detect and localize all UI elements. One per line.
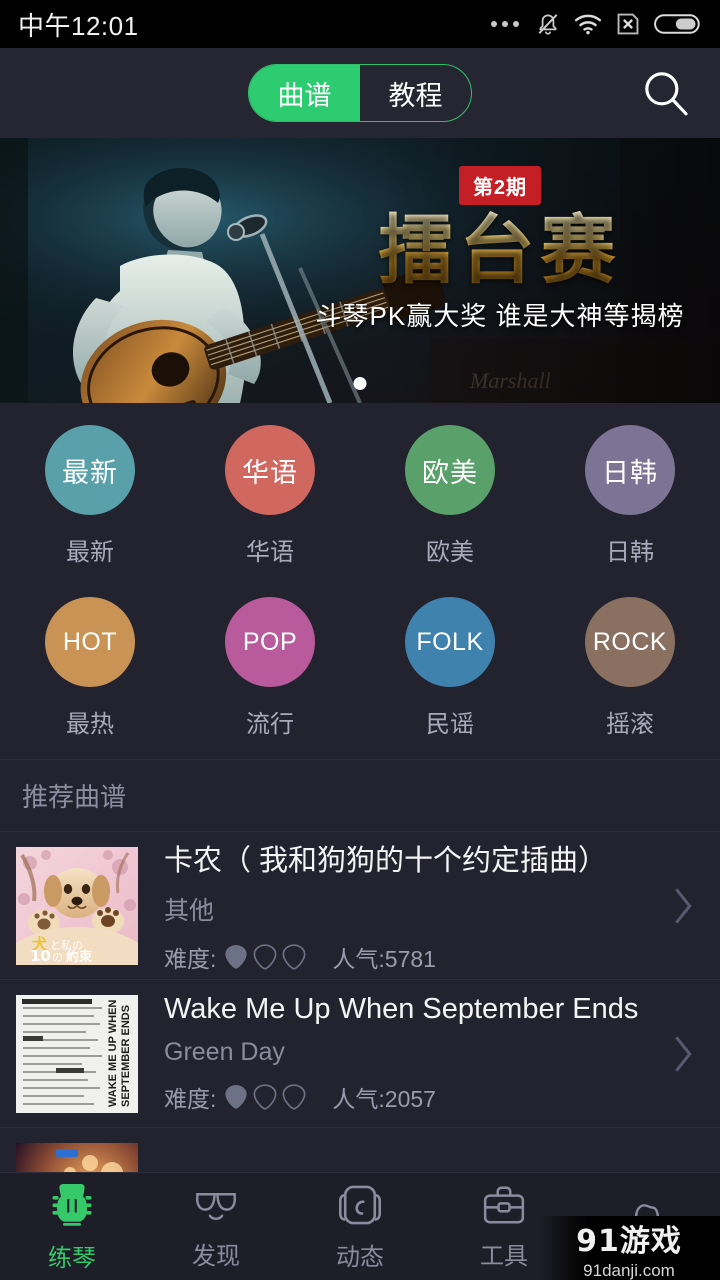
- category-item-hot[interactable]: HOT 最热: [0, 597, 180, 739]
- status-icons: [491, 11, 702, 37]
- category-label: 民谣: [426, 704, 474, 739]
- banner-text-block: 第2期 擂台赛 斗琴PK赢大奖 谁是大神等揭榜: [300, 166, 700, 333]
- difficulty-picks: [224, 944, 306, 970]
- song-artist: Green Day: [164, 1038, 666, 1067]
- lyrics-sheet-image: WAKE ME UP WHEN SEPTEMBER ENDS: [16, 995, 138, 1113]
- pick-empty-icon: [253, 944, 277, 970]
- tab-faxian[interactable]: 发现: [144, 1173, 288, 1280]
- top-bar: 曲谱 教程: [0, 48, 720, 138]
- song-artist: 其他: [164, 891, 666, 927]
- svg-text:約束: 約束: [66, 949, 93, 965]
- category-circle: FOLK: [405, 597, 495, 687]
- tab-label: 动态: [336, 1237, 384, 1272]
- category-circle: POP: [225, 597, 315, 687]
- tab-dongtai[interactable]: 动态: [288, 1173, 432, 1280]
- tab-label: 工具: [480, 1236, 528, 1271]
- segmented-control: 曲谱 教程: [248, 64, 472, 122]
- svg-text:の: の: [52, 951, 63, 964]
- song-info: 卡农（ 我和狗狗的十个约定插曲） 其他 难度: 人气:5781: [138, 837, 666, 974]
- banner-title: 擂台赛: [300, 211, 700, 290]
- category-label: 欧美: [426, 532, 474, 567]
- tab-extra[interactable]: [576, 1173, 720, 1280]
- category-label: 流行: [246, 704, 294, 739]
- chevron-right-icon[interactable]: [666, 1034, 700, 1074]
- episode-badge: 第2期: [459, 166, 541, 205]
- pick-empty-icon: [282, 1084, 306, 1110]
- category-circle: 日韩: [585, 425, 675, 515]
- tab-label: 练琴: [48, 1238, 96, 1273]
- category-label: 最新: [66, 532, 114, 567]
- category-circle: HOT: [45, 597, 135, 687]
- category-circle: 最新: [45, 425, 135, 515]
- chevron-right-icon[interactable]: [666, 886, 700, 926]
- sunglasses-icon: [193, 1183, 239, 1227]
- status-time: 中午12:01: [18, 6, 139, 43]
- app-root: 中午12:01: [0, 0, 720, 1280]
- difficulty-label: 难度:: [164, 1080, 216, 1114]
- tab-lianqin[interactable]: 练琴: [0, 1173, 144, 1280]
- song-meta: 难度: 人气:2057: [164, 1080, 666, 1114]
- category-grid: 最新 最新 华语 华语 欧美 欧美 日韩 日韩 HOT 最热 POP: [0, 403, 720, 760]
- category-item-huayu[interactable]: 华语 华语: [180, 425, 360, 567]
- difficulty-label: 难度:: [164, 940, 216, 974]
- category-label: 最热: [66, 704, 114, 739]
- search-icon: [641, 68, 691, 118]
- song-list-item[interactable]: WAKE ME UP WHEN SEPTEMBER ENDS Wake Me U…: [0, 980, 720, 1128]
- svg-text:WAKE ME UP WHEN: WAKE ME UP WHEN: [107, 999, 119, 1106]
- svg-text:10: 10: [30, 947, 51, 965]
- category-row-2: HOT 最热 POP 流行 FOLK 民谣 ROCK 摇滚: [0, 597, 720, 739]
- song-info: Wake Me Up When September Ends Green Day…: [138, 993, 666, 1114]
- song-list-item[interactable]: 犬 と私の 10 の 約束 卡农（ 我和狗狗的十个约定插曲） 其他 难度: 人气…: [0, 832, 720, 980]
- category-row-1: 最新 最新 华语 华语 欧美 欧美 日韩 日韩: [0, 425, 720, 567]
- category-label: 华语: [246, 532, 294, 567]
- bottom-tab-bar: 练琴 发现 动态 工具: [0, 1172, 720, 1280]
- wifi-icon: [574, 12, 602, 36]
- category-circle: 欧美: [405, 425, 495, 515]
- difficulty-picks: [224, 1084, 306, 1110]
- search-button[interactable]: [638, 65, 694, 121]
- backpack-icon: [338, 1182, 382, 1228]
- song-thumbnail: 犬 と私の 10 の 約束: [16, 847, 138, 965]
- popularity-label: 人气:5781: [332, 940, 436, 974]
- pick-empty-icon: [253, 1084, 277, 1110]
- category-label: 日韩: [606, 532, 654, 567]
- tab-gongju[interactable]: 工具: [432, 1173, 576, 1280]
- toolbox-icon: [482, 1183, 526, 1227]
- more-dots-icon: [491, 21, 519, 27]
- battery-icon: [654, 12, 702, 36]
- category-item-oumei[interactable]: 欧美 欧美: [360, 425, 540, 567]
- category-item-folk[interactable]: FOLK 民谣: [360, 597, 540, 739]
- popularity-label: 人气:2057: [332, 1080, 436, 1114]
- pick-empty-icon: [282, 944, 306, 970]
- tab-label: 发现: [192, 1236, 240, 1271]
- sim-card-x-icon: [615, 11, 641, 37]
- song-title: 卡农（ 我和狗狗的十个约定插曲）: [164, 837, 666, 879]
- category-item-rock[interactable]: ROCK 摇滚: [540, 597, 720, 739]
- category-item-pop[interactable]: POP 流行: [180, 597, 360, 739]
- puppy-poster-image: 犬 と私の 10 の 約束: [16, 847, 138, 965]
- song-thumbnail: WAKE ME UP WHEN SEPTEMBER ENDS: [16, 995, 138, 1113]
- pick-filled-icon: [224, 1084, 248, 1110]
- guitar-headstock-icon: [50, 1181, 94, 1229]
- banner-page-dot[interactable]: [354, 377, 367, 390]
- banner-subtitle: 斗琴PK赢大奖 谁是大神等揭榜: [300, 296, 700, 333]
- category-circle: ROCK: [585, 597, 675, 687]
- song-title: Wake Me Up When September Ends: [164, 993, 666, 1026]
- status-bar: 中午12:01: [0, 0, 720, 48]
- category-circle: 华语: [225, 425, 315, 515]
- tab-jiaocheng[interactable]: 教程: [360, 65, 471, 121]
- promo-banner[interactable]: Marshall 第2期 擂台赛 斗琴PK赢大奖 谁是大神等揭榜: [0, 138, 720, 403]
- tab-qupu[interactable]: 曲谱: [249, 65, 360, 121]
- category-item-zuixin[interactable]: 最新 最新: [0, 425, 180, 567]
- bell-muted-icon: [535, 11, 561, 37]
- svg-text:SEPTEMBER ENDS: SEPTEMBER ENDS: [120, 1004, 132, 1106]
- recommend-section-header: 推荐曲谱: [0, 760, 720, 832]
- category-label: 摇滚: [606, 704, 654, 739]
- category-item-rihan[interactable]: 日韩 日韩: [540, 425, 720, 567]
- pick-filled-icon: [224, 944, 248, 970]
- song-meta: 难度: 人气:5781: [164, 940, 666, 974]
- cowboy-hat-icon: [624, 1200, 672, 1244]
